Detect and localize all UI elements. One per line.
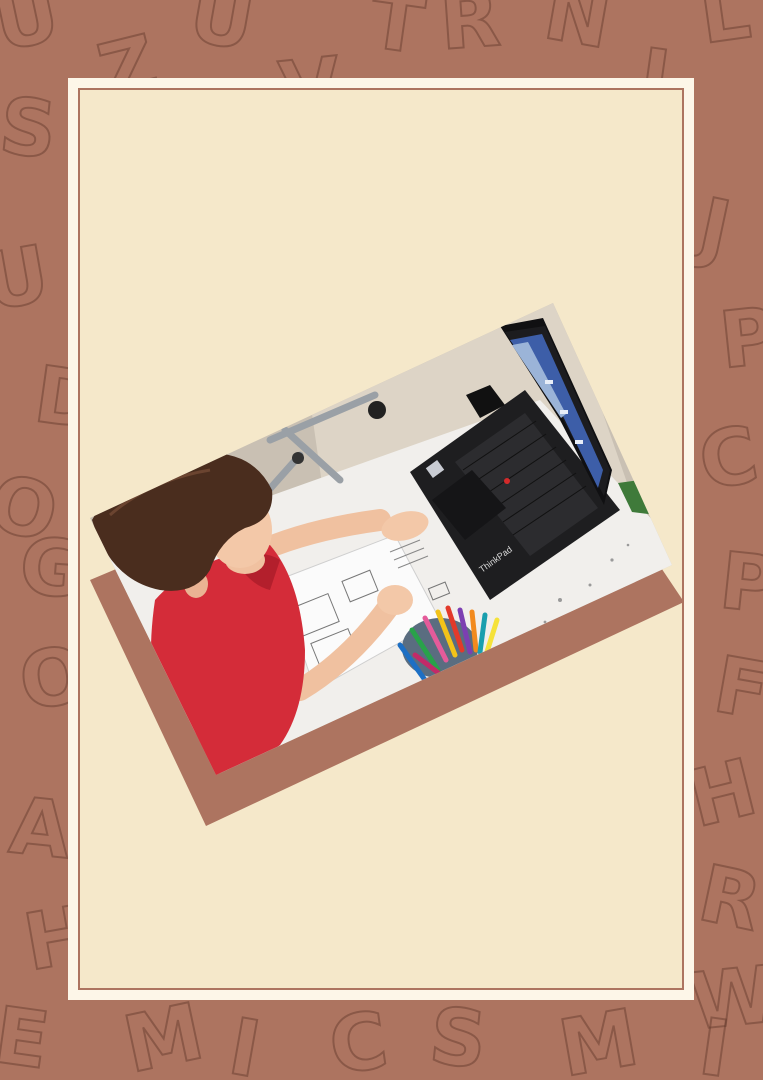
photo-illustration: ThinkPad [90, 303, 684, 826]
chair-wheel [368, 401, 386, 419]
chair-wheel [292, 452, 304, 464]
photo-group: ThinkPad [0, 0, 763, 1080]
trackpoint [504, 478, 510, 484]
child-hand-right [377, 585, 413, 615]
